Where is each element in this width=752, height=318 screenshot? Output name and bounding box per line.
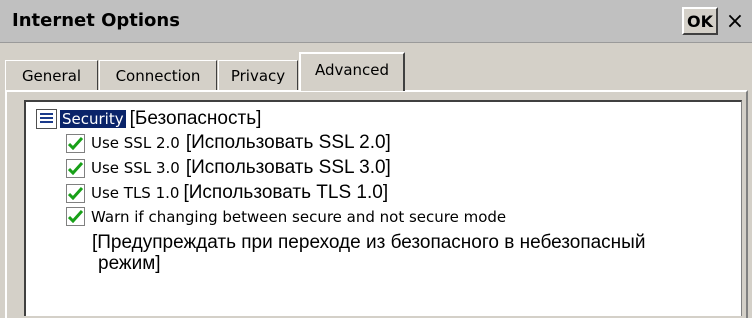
option-label: Warn if changing between secure and not … — [91, 207, 507, 226]
list-category-icon — [36, 109, 57, 129]
option-use-ssl3[interactable]: Use SSL 3.0 [Использовать SSL 3.0] — [66, 157, 391, 179]
option-warn-secure-mode[interactable]: Warn if changing between secure and not … — [66, 207, 506, 226]
title-bar: Internet Options OK × — [0, 0, 752, 43]
tab-privacy[interactable]: Privacy — [218, 60, 298, 90]
option-label: Use TLS 1.0 — [91, 184, 180, 202]
checkmark-icon — [68, 161, 83, 175]
tab-general[interactable]: General — [5, 60, 98, 90]
option-annotation: [Использовать TLS 1.0] — [183, 182, 389, 203]
option-annotation: [Использовать SSL 2.0] — [185, 132, 391, 153]
ok-button[interactable]: OK — [682, 7, 718, 35]
option-use-ssl2[interactable]: Use SSL 2.0 [Использовать SSL 2.0] — [66, 132, 391, 154]
tab-advanced[interactable]: Advanced — [299, 52, 405, 91]
category-annotation: [Безопасность] — [129, 108, 262, 129]
option-label: Use SSL 2.0 — [91, 134, 180, 152]
category-security[interactable]: Security [Безопасность] — [36, 108, 261, 130]
window-title: Internet Options — [12, 10, 180, 31]
checkmark-icon — [68, 136, 83, 150]
category-label: Security — [60, 110, 126, 128]
close-button[interactable]: × — [722, 7, 748, 35]
settings-list[interactable]: Security [Безопасность] Use SSL 2.0 [Исп… — [24, 100, 742, 316]
option-annotation: [Использовать SSL 3.0] — [185, 157, 391, 178]
checkbox-use-tls1[interactable] — [66, 183, 85, 203]
tab-connection[interactable]: Connection — [99, 60, 217, 90]
option-label: Use SSL 3.0 — [91, 159, 180, 177]
checkmark-icon — [68, 186, 83, 200]
checkbox-use-ssl2[interactable] — [66, 133, 85, 153]
checkbox-warn-secure-mode[interactable] — [66, 207, 85, 226]
option-use-tls1[interactable]: Use TLS 1.0 [Использовать TLS 1.0] — [66, 182, 388, 204]
option-annotation-line1: [Предупреждать при переходе из безопасно… — [92, 232, 646, 253]
option-annotation-line2: режим] — [98, 253, 161, 274]
checkmark-icon — [68, 210, 83, 223]
checkbox-use-ssl3[interactable] — [66, 158, 85, 178]
